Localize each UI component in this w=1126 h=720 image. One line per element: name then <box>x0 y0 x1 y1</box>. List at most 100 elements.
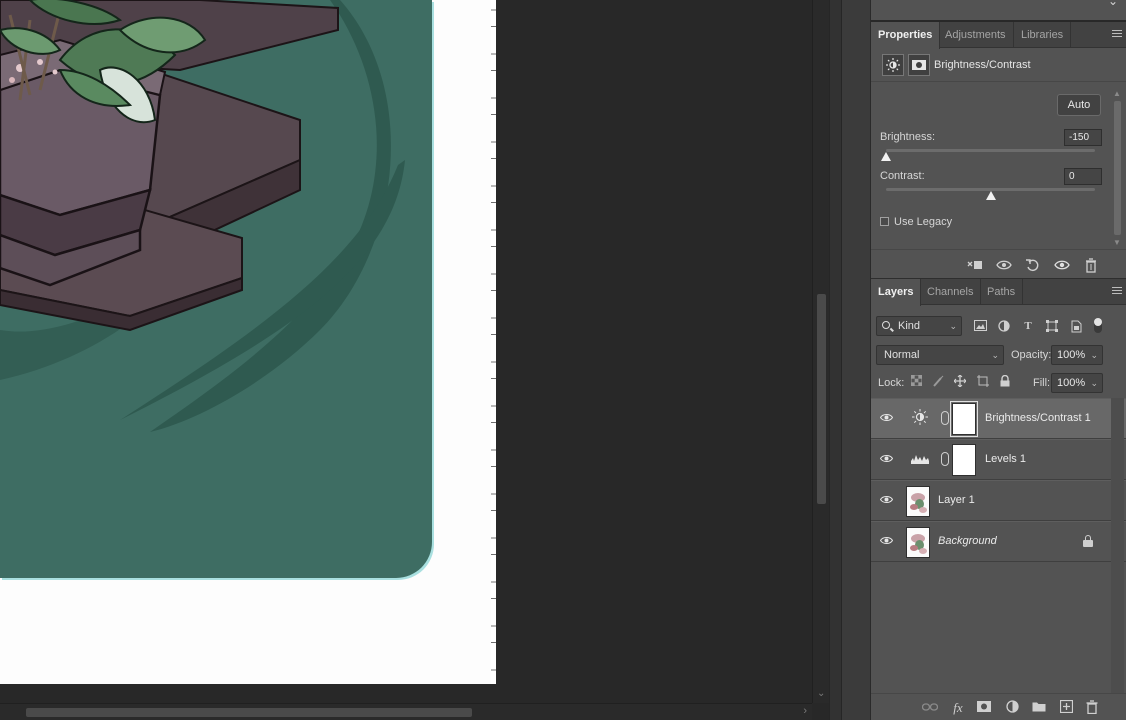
panel-menu-icon[interactable] <box>1112 30 1122 39</box>
visibility-eye-icon[interactable] <box>880 495 893 504</box>
layer-name[interactable]: Layer 1 <box>938 494 975 506</box>
brightness-contrast-icon <box>910 409 930 429</box>
filter-kind-select[interactable]: Kind ⌄ <box>876 316 962 336</box>
delete-icon[interactable] <box>1083 257 1099 273</box>
filter-type-icon[interactable]: T <box>1021 320 1035 333</box>
lock-artboard-icon[interactable] <box>976 375 990 389</box>
properties-scrollbar[interactable]: ▲ ▼ <box>1112 89 1124 247</box>
layer-mask-thumbnail[interactable] <box>950 401 978 437</box>
chevron-down-icon: ⌄ <box>949 321 957 331</box>
brightness-contrast-icon[interactable] <box>882 54 904 76</box>
layer-row-background[interactable]: Background <box>871 521 1126 562</box>
tab-libraries[interactable]: Libraries <box>1014 22 1072 48</box>
contrast-input[interactable]: 0 <box>1064 168 1102 185</box>
plant-illustration <box>0 0 405 432</box>
search-icon <box>882 321 890 329</box>
opacity-value: 100% <box>1057 349 1086 361</box>
chevron-down-icon[interactable]: ⌄ <box>1090 374 1098 392</box>
horizontal-scroll-thumb[interactable] <box>26 708 472 717</box>
layer-row-brightness-contrast[interactable]: Brightness/Contrast 1 <box>871 398 1126 439</box>
scroll-down-icon[interactable]: ▼ <box>1113 238 1121 247</box>
fill-input[interactable]: 100% ⌄ <box>1051 373 1103 393</box>
dock-divider[interactable] <box>829 0 842 720</box>
properties-tabbar: Properties Adjustments Libraries <box>871 22 1126 49</box>
properties-header: Brightness/Contrast <box>871 48 1126 82</box>
layer-row-levels[interactable]: Levels 1 <box>871 439 1126 480</box>
filter-shape-icon[interactable] <box>1045 320 1059 333</box>
filter-toggle-switch[interactable] <box>1094 318 1102 333</box>
upper-panel-remnant: ⌄ <box>871 0 1126 20</box>
tab-adjustments[interactable]: Adjustments <box>938 22 1014 48</box>
scroll-up-icon[interactable]: ▲ <box>1113 89 1121 98</box>
vertical-scroll-thumb[interactable] <box>817 294 826 504</box>
properties-scroll-thumb[interactable] <box>1114 101 1121 235</box>
layer-thumbnail[interactable] <box>906 527 930 558</box>
tab-properties[interactable]: Properties <box>871 22 941 49</box>
layers-footer: fx <box>871 693 1126 720</box>
panel-menu-icon[interactable] <box>1112 287 1122 296</box>
brightness-slider-thumb[interactable] <box>881 152 891 161</box>
layer-mask-thumbnail[interactable] <box>952 444 976 476</box>
delete-layer-icon[interactable] <box>1084 700 1100 716</box>
fill-value: 100% <box>1057 377 1086 389</box>
toggle-visibility-icon[interactable] <box>1054 257 1070 273</box>
filter-adjustment-icon[interactable] <box>997 320 1011 333</box>
new-layer-icon[interactable] <box>1058 699 1074 716</box>
adjustment-title: Brightness/Contrast <box>934 59 1031 71</box>
mask-link-icon[interactable] <box>941 411 949 425</box>
lock-transparent-pixels-icon[interactable] <box>909 374 923 389</box>
brightness-label: Brightness: <box>880 131 936 143</box>
new-group-icon[interactable] <box>1031 700 1047 716</box>
use-legacy-checkbox[interactable] <box>880 217 889 226</box>
blend-mode-value: Normal <box>884 349 920 361</box>
visibility-eye-icon[interactable] <box>880 454 893 463</box>
canvas-vertical-scrollbar[interactable]: ⌄ <box>812 0 829 703</box>
tab-channels[interactable]: Channels <box>920 279 982 305</box>
layer-name[interactable]: Brightness/Contrast 1 <box>985 412 1091 424</box>
tab-paths[interactable]: Paths <box>980 279 1024 305</box>
link-layers-icon[interactable] <box>921 700 939 716</box>
layer-thumbnail[interactable] <box>906 486 930 517</box>
filter-kind-value: Kind <box>898 320 921 332</box>
lock-image-pixels-icon[interactable] <box>931 375 945 389</box>
layers-tabbar: Layers Channels Paths <box>871 279 1126 306</box>
scroll-right-arrow-icon[interactable]: › <box>803 705 807 717</box>
brightness-input[interactable]: -150 <box>1064 129 1102 146</box>
new-adjustment-icon[interactable] <box>1004 700 1020 716</box>
brightness-slider-track[interactable] <box>886 149 1095 152</box>
reset-icon[interactable] <box>1025 257 1041 273</box>
contrast-slider-thumb[interactable] <box>985 191 996 200</box>
lock-position-icon[interactable] <box>953 374 967 389</box>
lock-all-icon[interactable] <box>998 374 1012 389</box>
canvas-workspace[interactable] <box>0 0 812 703</box>
filter-pixel-icon[interactable] <box>973 320 987 333</box>
opacity-input[interactable]: 100% ⌄ <box>1051 345 1103 365</box>
chevron-down-icon: ⌄ <box>991 350 999 360</box>
clip-to-layer-icon[interactable] <box>967 257 983 273</box>
add-mask-icon[interactable] <box>976 700 992 716</box>
tab-layers[interactable]: Layers <box>871 279 922 306</box>
chevron-down-icon[interactable]: ⌄ <box>1090 346 1098 364</box>
lock-label: Lock: <box>878 377 905 389</box>
layers-scrollbar[interactable] <box>1111 398 1124 693</box>
scroll-down-arrow-icon[interactable]: ⌄ <box>817 688 825 699</box>
visibility-eye-icon[interactable] <box>880 413 893 422</box>
layer-name[interactable]: Background <box>938 535 997 547</box>
auto-button[interactable]: Auto <box>1057 94 1101 116</box>
scanned-paper-edge <box>491 0 496 684</box>
document-canvas[interactable] <box>0 0 496 684</box>
lock-icon[interactable] <box>1083 535 1093 547</box>
fx-icon[interactable]: fx <box>950 700 966 716</box>
opacity-label: Opacity: <box>1011 349 1052 361</box>
filter-smart-object-icon[interactable] <box>1069 320 1083 333</box>
expand-arrow-icon[interactable]: ⌄ <box>1108 0 1118 8</box>
layer-mask-icon[interactable] <box>908 54 930 76</box>
canvas-horizontal-scrollbar[interactable]: › <box>0 703 812 720</box>
view-previous-state-icon[interactable] <box>996 257 1012 273</box>
layers-panel: Layers Channels Paths Kind ⌄ T Normal ⌄ … <box>871 278 1126 720</box>
layer-name[interactable]: Levels 1 <box>985 453 1026 465</box>
blend-mode-select[interactable]: Normal ⌄ <box>876 345 1004 365</box>
layer-row-layer-1[interactable]: Layer 1 <box>871 480 1126 521</box>
mask-link-icon[interactable] <box>941 452 949 466</box>
visibility-eye-icon[interactable] <box>880 536 893 545</box>
